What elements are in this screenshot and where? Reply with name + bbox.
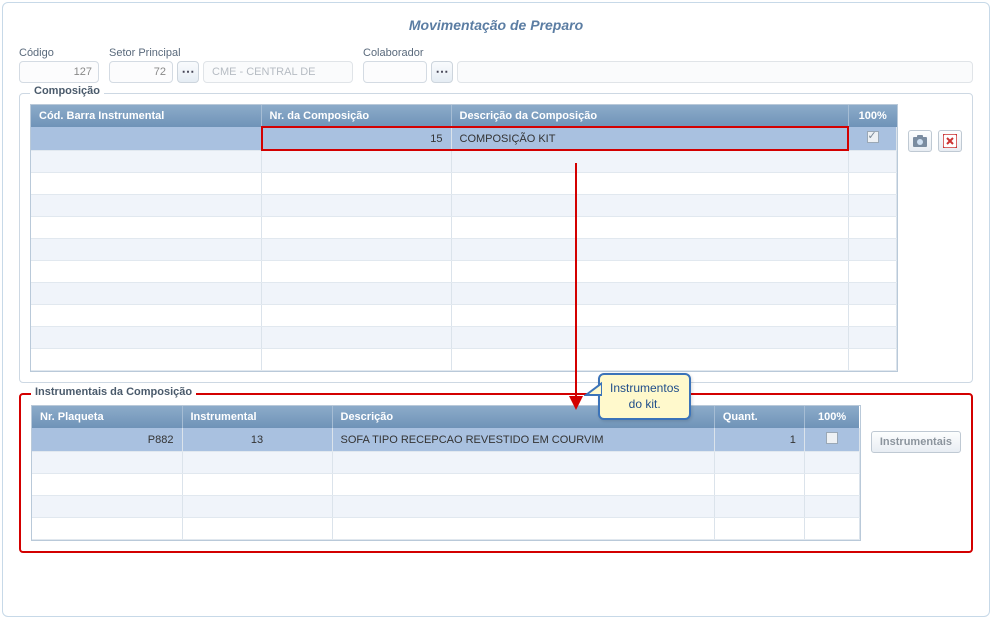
callout-line1: Instrumentos [610, 381, 679, 397]
label-codigo: Código [19, 47, 99, 59]
input-codigo[interactable] [19, 61, 99, 83]
table-row[interactable] [32, 452, 859, 474]
callout-tail-icon [584, 381, 602, 397]
field-codigo: Código [19, 47, 99, 83]
th-quant: Quant. [714, 406, 804, 428]
label-setor: Setor Principal [109, 47, 353, 59]
legend-instrumentais: Instrumentais da Composição [31, 386, 196, 398]
callout-line2: do kit. [610, 397, 679, 413]
table-row[interactable] [32, 474, 859, 496]
composicao-side-actions [908, 104, 962, 152]
table-row[interactable] [31, 195, 897, 217]
setor-description: CME - CENTRAL DE [203, 61, 353, 83]
table-row[interactable] [32, 518, 859, 540]
cell-descricao: SOFA TIPO RECEPCAO REVESTIDO EM COURVIM [332, 428, 714, 452]
lookup-setor-button[interactable]: ⋯ [177, 61, 199, 83]
field-setor: Setor Principal ⋯ CME - CENTRAL DE [109, 47, 353, 83]
main-panel: Movimentação de Preparo Código Setor Pri… [2, 2, 990, 617]
table-row[interactable] [31, 305, 897, 327]
ellipsis-icon: ⋯ [182, 64, 195, 80]
cell-desc-comp: COMPOSIÇÃO KIT [460, 133, 556, 145]
instrumentais-button[interactable]: Instrumentais [871, 431, 961, 453]
ellipsis-icon: ⋯ [436, 64, 449, 80]
table-row[interactable] [32, 496, 859, 518]
table-row[interactable] [31, 173, 897, 195]
annotation-callout: Instrumentos do kit. [598, 373, 691, 420]
grid-composicao: Cód. Barra Instrumental Nr. da Composiçã… [30, 104, 898, 372]
input-setor[interactable] [109, 61, 173, 83]
fieldset-instrumentais: Instrumentais da Composição Nr. Plaqueta… [19, 393, 973, 553]
field-colaborador: Colaborador ⋯ [363, 47, 973, 83]
grid-instrumentais-header: Nr. Plaqueta Instrumental Descrição Quan… [32, 406, 859, 428]
page-title: Movimentação de Preparo [19, 17, 973, 33]
table-row[interactable] [31, 283, 897, 305]
cell-pct [849, 127, 897, 151]
grid-instrumentais: Nr. Plaqueta Instrumental Descrição Quan… [31, 405, 861, 541]
cell-nr-plaqueta: P882 [32, 428, 182, 452]
cell-pct2 [804, 428, 859, 452]
delete-x-icon [943, 134, 957, 148]
table-row[interactable] [31, 349, 897, 371]
table-row[interactable] [31, 239, 897, 261]
th-desc-comp: Descrição da Composição [451, 105, 849, 127]
th-cod-barra: Cód. Barra Instrumental [31, 105, 261, 127]
cell-nr-comp: 15 [430, 133, 442, 145]
delete-button[interactable] [938, 130, 962, 152]
cell-instrumental: 13 [182, 428, 332, 452]
fieldset-composicao: Composição Cód. Barra Instrumental Nr. d… [19, 93, 973, 383]
annotation-arrow-line [575, 163, 577, 398]
table-row[interactable] [31, 261, 897, 283]
instrumentais-side-actions: Instrumentais [871, 405, 961, 453]
th-nr-plaqueta: Nr. Plaqueta [32, 406, 182, 428]
grid-composicao-header: Cód. Barra Instrumental Nr. da Composiçã… [31, 105, 897, 127]
th-pct: 100% [849, 105, 897, 127]
lookup-colaborador-button[interactable]: ⋯ [431, 61, 453, 83]
camera-icon [912, 134, 928, 148]
legend-composicao: Composição [30, 85, 104, 97]
checkbox-icon [867, 131, 879, 143]
photo-button[interactable] [908, 130, 932, 152]
table-row[interactable] [31, 151, 897, 173]
label-colaborador: Colaborador [363, 47, 973, 59]
annotation-arrow-head-icon [569, 396, 583, 410]
table-row[interactable]: 15 COMPOSIÇÃO KIT [31, 127, 897, 151]
form-row: Código Setor Principal ⋯ CME - CENTRAL D… [19, 47, 973, 83]
table-row[interactable] [31, 217, 897, 239]
table-row[interactable] [31, 327, 897, 349]
checkbox-icon [826, 432, 838, 444]
th-instrumental: Instrumental [182, 406, 332, 428]
input-colaborador[interactable] [363, 61, 427, 83]
cell-cod-barra [31, 127, 261, 151]
th-pct2: 100% [804, 406, 859, 428]
colaborador-description [457, 61, 973, 83]
cell-quant: 1 [714, 428, 804, 452]
th-nr-comp: Nr. da Composição [261, 105, 451, 127]
table-row[interactable]: P882 13 SOFA TIPO RECEPCAO REVESTIDO EM … [32, 428, 859, 452]
